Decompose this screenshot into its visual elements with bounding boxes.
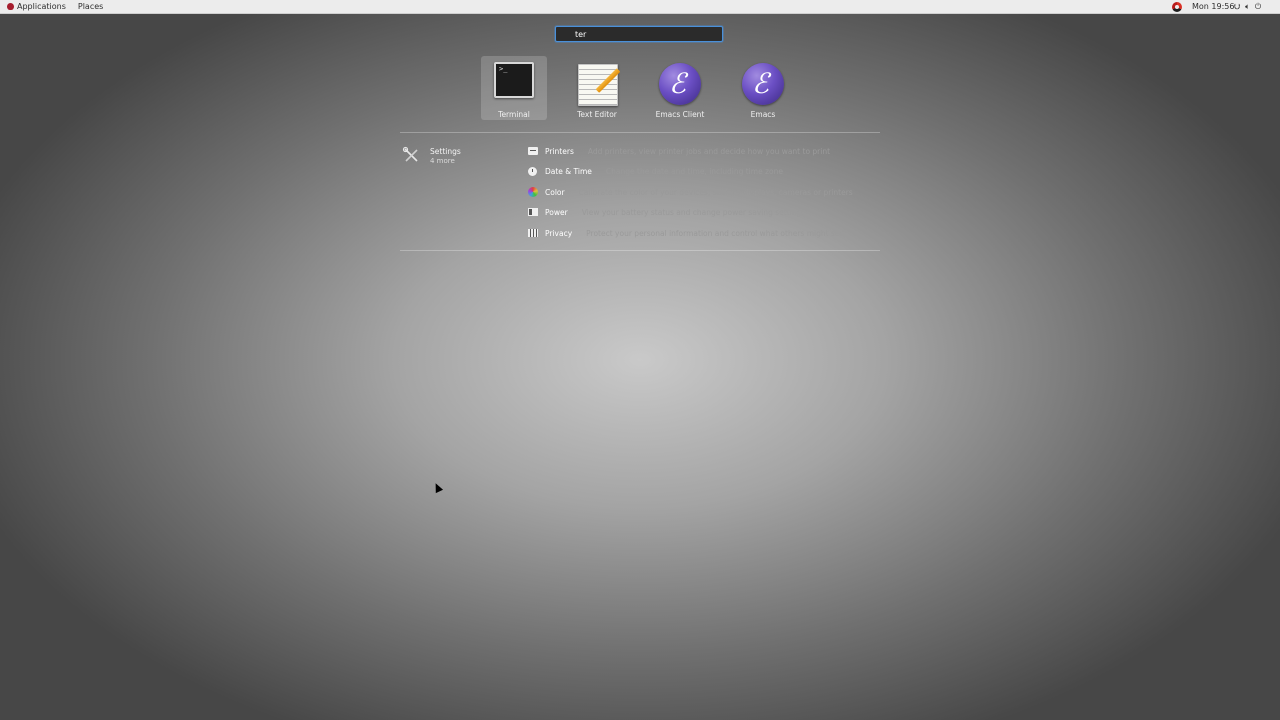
terminal-icon	[492, 62, 536, 106]
app-label: Text Editor	[577, 110, 617, 119]
gnome-foot-icon	[7, 3, 14, 10]
privacy-icon	[527, 228, 538, 238]
provider-more: 4 more	[430, 157, 455, 165]
color-icon	[527, 187, 538, 197]
search-icon	[563, 29, 571, 39]
app-label: Emacs Client	[655, 110, 705, 119]
result-description: Protect your personal information and co…	[586, 228, 845, 238]
results-divider	[400, 250, 880, 251]
app-emacs[interactable]: Emacs	[730, 56, 796, 120]
power-icon	[527, 207, 538, 217]
settings-provider[interactable]: Settings 4 more	[402, 146, 512, 170]
result-printers[interactable]: Printers Add printers, view printer jobs…	[527, 144, 887, 158]
app-results: Terminal Text Editor Emacs Client Emacs	[481, 56, 801, 120]
result-color[interactable]: Color Calibrate the color of your device…	[527, 185, 887, 199]
result-description: View your battery status and change powe…	[581, 207, 806, 217]
results-divider	[400, 132, 880, 133]
clock[interactable]: Mon 19:56	[1192, 0, 1234, 13]
places-menu-label: Places	[77, 2, 104, 11]
app-emacs-client[interactable]: Emacs Client	[647, 56, 713, 120]
search-box[interactable]	[555, 26, 723, 42]
app-label: Emacs	[750, 110, 776, 119]
places-menu[interactable]: Places	[74, 0, 107, 13]
result-privacy[interactable]: Privacy Protect your personal informatio…	[527, 226, 887, 240]
result-title: Power	[545, 207, 568, 217]
settings-tools-icon	[402, 146, 418, 162]
result-description: Calibrate the color of your devices, suc…	[578, 187, 853, 197]
result-title: Date & Time	[545, 166, 592, 176]
top-bar-left: Applications Places	[3, 0, 107, 13]
provider-name: Settings	[430, 147, 461, 156]
volume-icon: 🔈︎	[1245, 2, 1250, 11]
network-icon: ⮋	[1234, 2, 1241, 11]
text-editor-icon	[575, 62, 621, 106]
applications-menu[interactable]: Applications	[3, 0, 70, 13]
top-bar: Applications Places Mon 19:56 ⮋ 🔈︎ ⏻	[0, 0, 1280, 14]
clock-icon	[527, 166, 538, 176]
system-tray[interactable]: ⮋ 🔈︎ ⏻	[1234, 0, 1261, 13]
result-title: Printers	[545, 146, 574, 156]
emacs-icon	[658, 62, 702, 106]
mouse-cursor	[432, 481, 444, 494]
result-description: Add printers, view printer jobs and deci…	[587, 146, 831, 156]
printer-icon	[527, 146, 538, 156]
chrome-icon	[1172, 1, 1182, 12]
app-label: Terminal	[498, 110, 530, 119]
result-title: Privacy	[545, 228, 573, 238]
app-terminal[interactable]: Terminal	[481, 56, 547, 120]
result-description: Change the date and time, including time…	[605, 166, 783, 176]
chrome-tray-item[interactable]	[1172, 0, 1182, 13]
power-icon: ⏻	[1254, 2, 1262, 11]
emacs-icon	[741, 62, 785, 106]
result-power[interactable]: Power View your battery status and chang…	[527, 205, 887, 219]
result-date-time[interactable]: Date & Time Change the date and time, in…	[527, 164, 887, 178]
result-title: Color	[545, 187, 565, 197]
applications-menu-label: Applications	[17, 2, 66, 11]
app-text-editor[interactable]: Text Editor	[564, 56, 630, 120]
search-input[interactable]	[575, 28, 715, 40]
